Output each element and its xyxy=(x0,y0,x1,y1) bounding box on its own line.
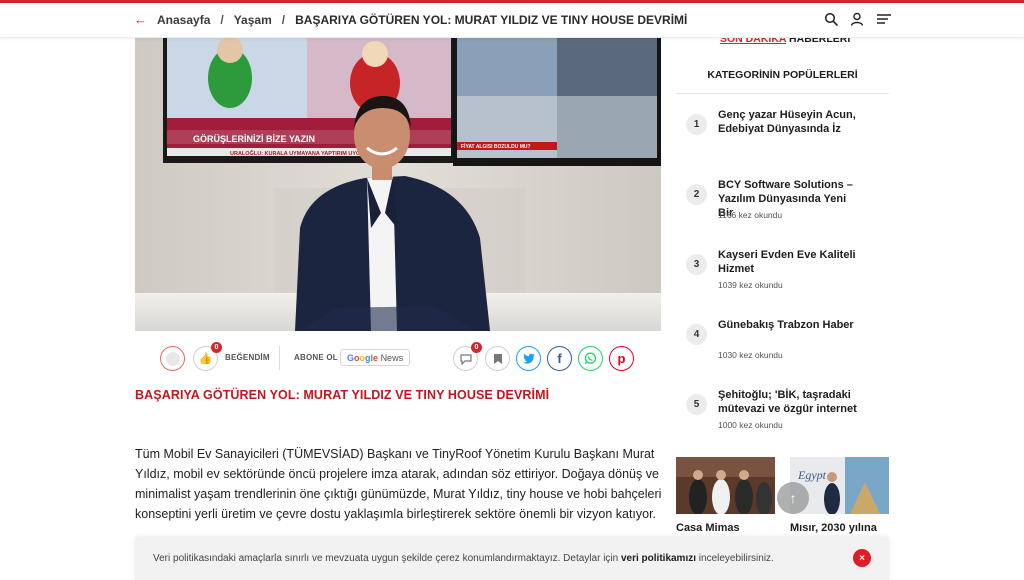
breadcrumb-current: BAŞARIYA GÖTÜREN YOL: MURAT YILDIZ VE TI… xyxy=(295,12,688,27)
breadcrumb-home[interactable]: Anasayfa xyxy=(157,13,210,27)
tv-left-ticker: URALOĞLU: KURALA UYMAYANA YAPTIRIM UYGUL… xyxy=(230,149,372,157)
cookie-text-after: inceleyebilirsiniz. xyxy=(696,553,774,564)
bookmark-button[interactable] xyxy=(485,346,510,371)
like-count-badge: 0 xyxy=(211,342,222,353)
header-icons xyxy=(824,12,892,26)
arrow-up-icon: ↑ xyxy=(789,490,797,506)
popular-read-count: 1166 kez okundu xyxy=(718,210,783,220)
divider xyxy=(279,346,280,370)
twitter-share-button[interactable] xyxy=(516,346,541,371)
article-hero-image: GÖRÜŞLERİNİZİ BİZE YAZIN URALOĞLU: KURAL… xyxy=(135,38,661,331)
breadcrumb-category[interactable]: Yaşam xyxy=(234,13,272,27)
cookie-consent-bar: Veri politikasındaki amaçlarla sınırlı v… xyxy=(135,537,889,580)
thumbnail-caption[interactable]: Casa Mimas xyxy=(676,522,740,534)
close-icon[interactable]: × xyxy=(853,549,871,567)
avatar-icon xyxy=(165,351,180,366)
article-actions: 👍 0 BEĞENDİM ABONE OL Google News 0 f p xyxy=(160,342,640,374)
popular-read-count: 1030 kez okundu xyxy=(718,350,783,360)
whatsapp-share-button[interactable] xyxy=(578,346,603,371)
popular-rank: 5 xyxy=(686,394,707,415)
popular-read-count: 1000 kez okundu xyxy=(718,420,783,430)
tv-left-caption: GÖRÜŞLERİNİZİ BİZE YAZIN xyxy=(193,134,315,144)
thumbs-up-icon: 👍 xyxy=(198,353,213,365)
subscribe-label: ABONE OL xyxy=(294,353,338,362)
back-arrow-icon[interactable]: ← xyxy=(134,12,147,27)
popular-title[interactable]: Günebakış Trabzon Haber xyxy=(718,318,858,332)
popular-rank: 2 xyxy=(686,184,707,205)
google-news-button[interactable]: Google News xyxy=(340,349,411,366)
comment-count-badge: 0 xyxy=(471,342,482,353)
cookie-policy-link[interactable]: veri politikamızı xyxy=(621,553,696,564)
pinterest-icon: p xyxy=(617,351,626,366)
like-button[interactable]: 👍 0 xyxy=(193,342,222,371)
category-popular-title: KATEGORİNİN POPÜLERLERİ xyxy=(707,69,858,81)
article-headline: BAŞARIYA GÖTÜREN YOL: MURAT YILDIZ VE TI… xyxy=(135,388,550,402)
popular-title[interactable]: Kayseri Evden Eve Kaliteli Hizmet xyxy=(718,248,858,276)
comment-icon xyxy=(459,353,472,365)
breadcrumb-separator: / xyxy=(281,12,286,27)
breadcrumb: ← Anasayfa / Yaşam / BAŞARIYA GÖTÜREN YO… xyxy=(134,12,687,27)
thumbnail-image[interactable] xyxy=(676,457,775,514)
hero-photo-illustration: GÖRÜŞLERİNİZİ BİZE YAZIN URALOĞLU: KURAL… xyxy=(135,38,661,331)
popular-title[interactable]: Genç yazar Hüseyin Acun, Edebiyat Dünyas… xyxy=(718,108,858,136)
twitter-icon xyxy=(522,353,534,364)
popular-rank: 4 xyxy=(686,324,707,345)
cookie-text: Veri politikasındaki amaçlarla sınırlı v… xyxy=(153,553,774,564)
article-paragraph: Tüm Mobil Ev Sanayicileri (TÜMEVSİAD) Ba… xyxy=(135,447,662,521)
google-news-label: News xyxy=(380,352,404,363)
breadcrumb-separator: / xyxy=(220,12,224,27)
facebook-share-button[interactable]: f xyxy=(547,346,572,371)
header-bar: ← Anasayfa / Yaşam / BAŞARIYA GÖTÜREN YO… xyxy=(0,3,1024,38)
tv-right-ticker: FİYAT ALGISI BOZULDU MU? xyxy=(461,143,531,150)
popular-title[interactable]: Şehitoğlu; 'BİK, taşradaki mütevazi ve ö… xyxy=(718,388,858,416)
scroll-to-top-button[interactable]: ↑ xyxy=(777,482,809,514)
popular-rank: 1 xyxy=(686,114,707,135)
thumbnail-photo xyxy=(676,457,775,514)
divider xyxy=(676,93,889,94)
thumbnail-caption[interactable]: Mısır, 2030 yılına xyxy=(790,522,877,534)
bookmark-icon xyxy=(493,353,502,364)
author-avatar[interactable] xyxy=(160,346,185,371)
svg-text:Egypt: Egypt xyxy=(797,468,827,482)
comment-button[interactable]: 0 xyxy=(453,342,482,371)
search-icon[interactable] xyxy=(824,12,838,26)
like-label: BEĞENDİM xyxy=(225,353,270,362)
facebook-icon: f xyxy=(557,351,562,366)
user-icon[interactable] xyxy=(850,12,864,26)
cookie-text-before: Veri politikasındaki amaçlarla sınırlı v… xyxy=(153,553,621,564)
popular-read-count: 1039 kez okundu xyxy=(718,280,783,290)
pinterest-share-button[interactable]: p xyxy=(609,346,634,371)
popular-rank: 3 xyxy=(686,254,707,275)
menu-icon[interactable] xyxy=(876,12,892,26)
whatsapp-icon xyxy=(584,352,597,365)
